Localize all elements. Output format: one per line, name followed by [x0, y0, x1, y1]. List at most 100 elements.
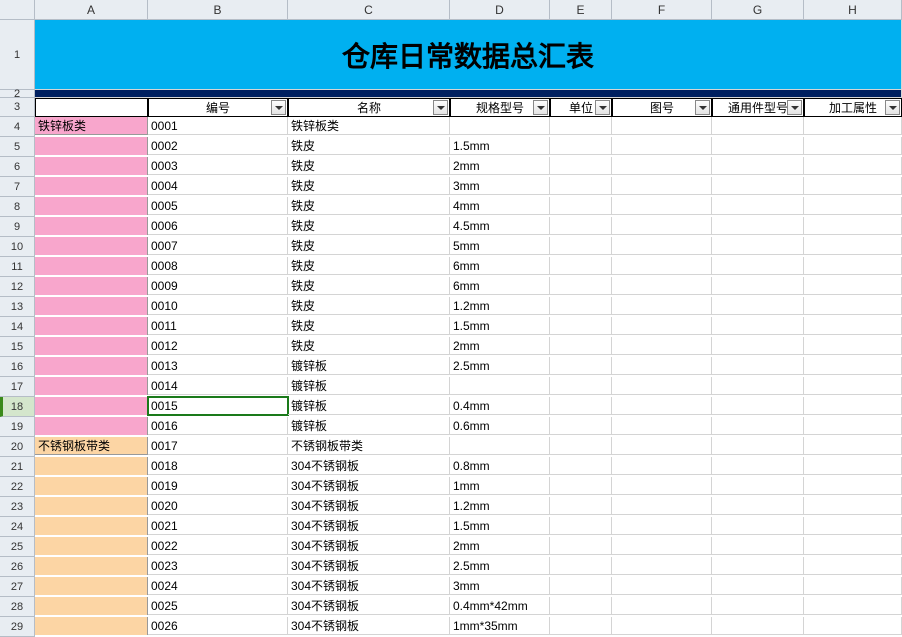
data-cell[interactable]: [804, 297, 902, 315]
data-cell[interactable]: [612, 497, 712, 515]
row-header-16[interactable]: 16: [0, 357, 35, 377]
data-cell[interactable]: 1.2mm: [450, 297, 550, 315]
data-cell[interactable]: [712, 317, 804, 335]
data-cell[interactable]: [550, 377, 612, 395]
header-cell-1[interactable]: 编号: [148, 98, 288, 117]
data-cell[interactable]: [612, 177, 712, 195]
data-cell[interactable]: [712, 417, 804, 435]
data-cell[interactable]: [450, 377, 550, 395]
category-cell[interactable]: [35, 457, 148, 475]
data-cell[interactable]: 0023: [148, 557, 288, 575]
row-header-4[interactable]: 4: [0, 117, 35, 137]
data-cell[interactable]: [804, 277, 902, 295]
category-cell[interactable]: [35, 617, 148, 635]
data-cell[interactable]: 0011: [148, 317, 288, 335]
row-header-18[interactable]: 18: [0, 397, 35, 417]
data-cell[interactable]: [550, 617, 612, 635]
data-cell[interactable]: [804, 477, 902, 495]
data-cell[interactable]: 1mm: [450, 477, 550, 495]
data-cell[interactable]: 0016: [148, 417, 288, 435]
row-header-24[interactable]: 24: [0, 517, 35, 537]
data-cell[interactable]: 铁皮: [288, 237, 450, 255]
data-cell[interactable]: [804, 177, 902, 195]
data-cell[interactable]: 铁锌板类: [288, 117, 450, 135]
data-cell[interactable]: 0002: [148, 137, 288, 155]
data-cell[interactable]: [712, 357, 804, 375]
data-cell[interactable]: 0.8mm: [450, 457, 550, 475]
category-cell[interactable]: [35, 577, 148, 595]
data-cell[interactable]: [550, 297, 612, 315]
data-cell[interactable]: 6mm: [450, 277, 550, 295]
header-cell-2[interactable]: 名称: [288, 98, 450, 117]
category-cell[interactable]: 不锈钢板带类: [35, 437, 148, 455]
category-cell[interactable]: [35, 477, 148, 495]
filter-dropdown-icon[interactable]: [695, 100, 710, 115]
data-cell[interactable]: [550, 397, 612, 415]
row-header-2[interactable]: 2: [0, 90, 35, 98]
data-cell[interactable]: [550, 317, 612, 335]
data-cell[interactable]: 3mm: [450, 577, 550, 595]
data-cell[interactable]: 304不锈钢板: [288, 477, 450, 495]
data-cell[interactable]: 铁皮: [288, 277, 450, 295]
row-header-12[interactable]: 12: [0, 277, 35, 297]
header-cell-7[interactable]: 加工属性: [804, 98, 902, 117]
category-cell[interactable]: [35, 557, 148, 575]
data-cell[interactable]: 304不锈钢板: [288, 457, 450, 475]
data-cell[interactable]: [550, 137, 612, 155]
spreadsheet-grid[interactable]: ABCDEFGH1仓库日常数据总汇表23编号名称规格型号单位图号通用件型号加工属…: [0, 0, 902, 637]
data-cell[interactable]: [612, 397, 712, 415]
category-cell[interactable]: [35, 397, 148, 415]
category-cell[interactable]: [35, 157, 148, 175]
data-cell[interactable]: [712, 477, 804, 495]
row-header-7[interactable]: 7: [0, 177, 35, 197]
data-cell[interactable]: 1.5mm: [450, 317, 550, 335]
filter-dropdown-icon[interactable]: [885, 100, 900, 115]
row-header-23[interactable]: 23: [0, 497, 35, 517]
column-header-B[interactable]: B: [148, 0, 288, 20]
data-cell[interactable]: 0003: [148, 157, 288, 175]
data-cell[interactable]: 2.5mm: [450, 557, 550, 575]
row-header-28[interactable]: 28: [0, 597, 35, 617]
data-cell[interactable]: [612, 117, 712, 135]
category-cell[interactable]: [35, 137, 148, 155]
data-cell[interactable]: [612, 157, 712, 175]
data-cell[interactable]: [804, 197, 902, 215]
column-header-A[interactable]: A: [35, 0, 148, 20]
data-cell[interactable]: 4mm: [450, 197, 550, 215]
data-cell[interactable]: [804, 357, 902, 375]
category-cell[interactable]: 铁锌板类: [35, 117, 148, 135]
data-cell[interactable]: [612, 617, 712, 635]
data-cell[interactable]: 304不锈钢板: [288, 517, 450, 535]
data-cell[interactable]: 2mm: [450, 157, 550, 175]
data-cell[interactable]: [712, 497, 804, 515]
data-cell[interactable]: 0018: [148, 457, 288, 475]
category-cell[interactable]: [35, 237, 148, 255]
data-cell[interactable]: 0013: [148, 357, 288, 375]
data-cell[interactable]: [550, 577, 612, 595]
category-cell[interactable]: [35, 517, 148, 535]
data-cell[interactable]: 0.4mm: [450, 397, 550, 415]
column-header-G[interactable]: G: [712, 0, 804, 20]
category-cell[interactable]: [35, 317, 148, 335]
data-cell[interactable]: [712, 277, 804, 295]
data-cell[interactable]: 0012: [148, 337, 288, 355]
data-cell[interactable]: 0010: [148, 297, 288, 315]
row-header-19[interactable]: 19: [0, 417, 35, 437]
row-header-14[interactable]: 14: [0, 317, 35, 337]
data-cell[interactable]: [804, 157, 902, 175]
data-cell[interactable]: 0022: [148, 537, 288, 555]
data-cell[interactable]: 铁皮: [288, 157, 450, 175]
data-cell[interactable]: 铁皮: [288, 317, 450, 335]
data-cell[interactable]: [804, 257, 902, 275]
column-header-H[interactable]: H: [804, 0, 902, 20]
data-cell[interactable]: [612, 437, 712, 455]
data-cell[interactable]: [550, 357, 612, 375]
data-cell[interactable]: [550, 157, 612, 175]
data-cell[interactable]: [712, 397, 804, 415]
data-cell[interactable]: [550, 237, 612, 255]
data-cell[interactable]: [550, 517, 612, 535]
data-cell[interactable]: [804, 457, 902, 475]
data-cell[interactable]: [550, 217, 612, 235]
data-cell[interactable]: [804, 417, 902, 435]
header-cell-0[interactable]: [35, 98, 148, 117]
